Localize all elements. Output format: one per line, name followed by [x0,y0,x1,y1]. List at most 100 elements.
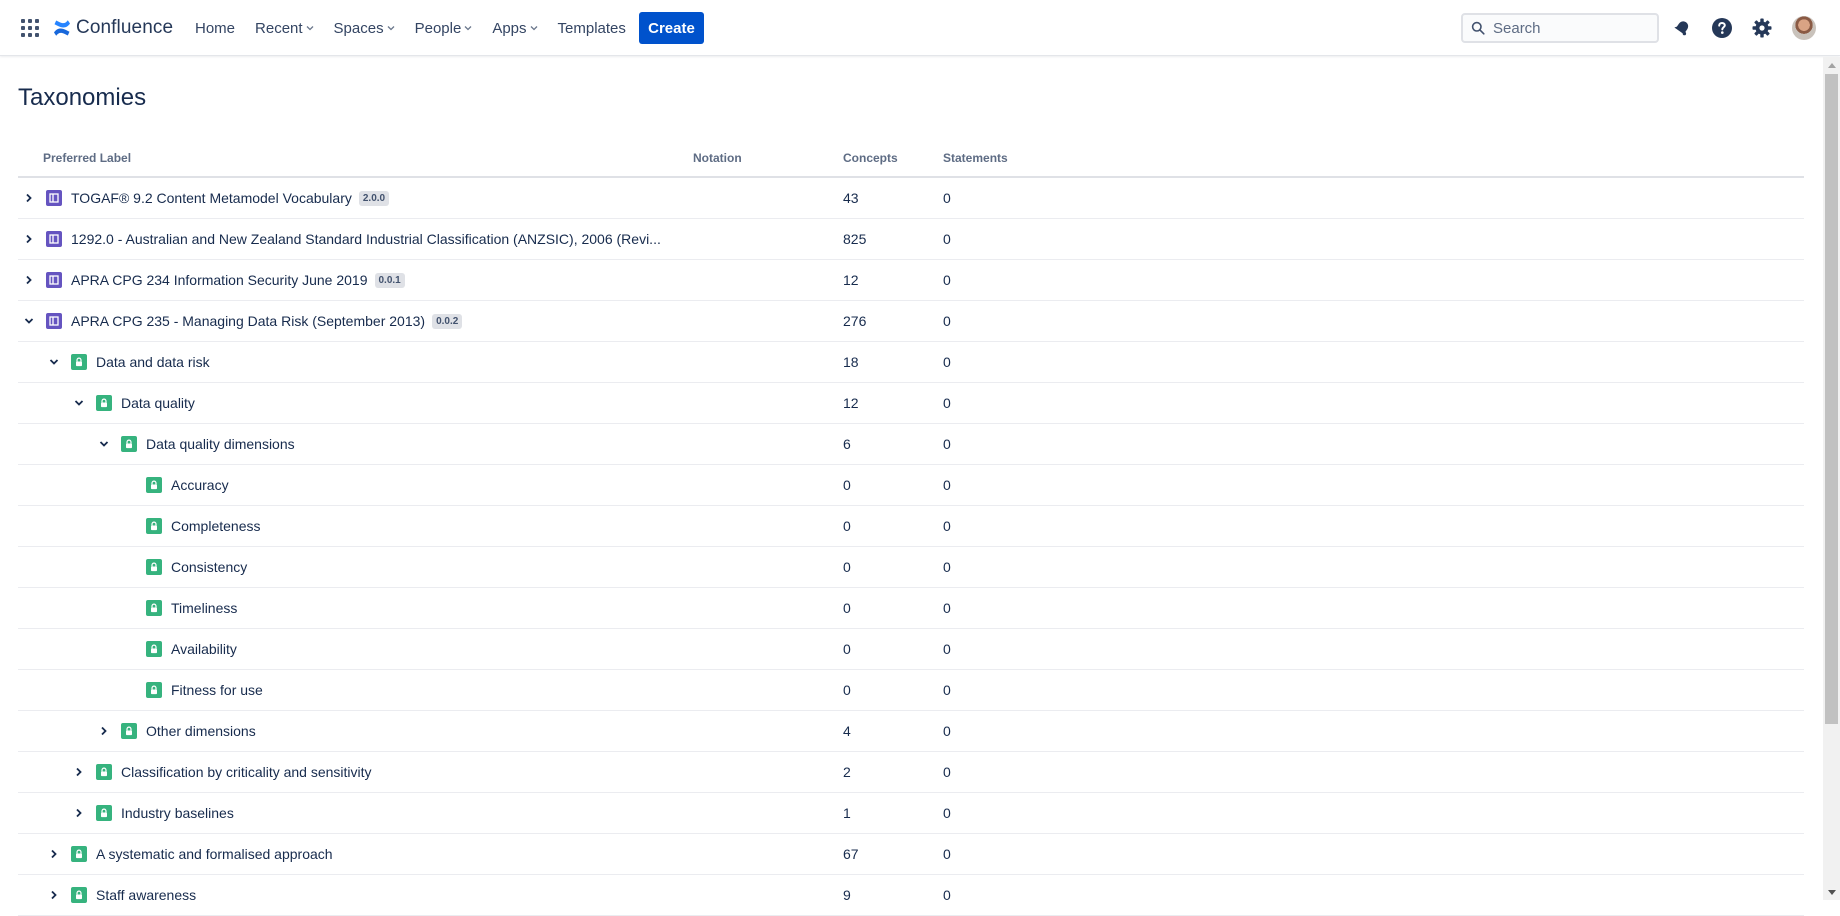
table-row[interactable]: Timeliness 0 0 [18,588,1804,629]
table-row[interactable]: Staff awareness 9 0 [18,875,1804,916]
row-label-cell: APRA CPG 234 Information Security June 2… [21,260,405,300]
statements-count: 0 [943,559,951,575]
expand-chevron-right-icon[interactable] [46,846,62,862]
table-row[interactable]: APRA CPG 234 Information Security June 2… [18,260,1804,301]
row-label[interactable]: APRA CPG 235 - Managing Data Risk (Septe… [71,313,425,329]
column-header-notation[interactable]: Notation [693,151,742,165]
statements-count: 0 [943,641,951,657]
row-label-cell: Staff awareness [46,875,196,915]
collapse-chevron-down-icon[interactable] [21,313,37,329]
table-row[interactable]: Fitness for use 0 0 [18,670,1804,711]
scroll-down-arrow[interactable] [1823,884,1840,900]
expand-chevron-right-icon[interactable] [21,190,37,206]
row-label[interactable]: APRA CPG 234 Information Security June 2… [71,272,368,288]
table-row[interactable]: Classification by criticality and sensit… [18,752,1804,793]
table-row[interactable]: Data quality 12 0 [18,383,1804,424]
table-row[interactable]: Accuracy 0 0 [18,465,1804,506]
confluence-logo[interactable]: Confluence [52,15,173,41]
concepts-count: 825 [843,231,867,247]
taxonomy-table: Preferred Label Notation Concepts Statem… [18,140,1804,916]
row-label[interactable]: Accuracy [171,477,229,493]
row-label[interactable]: 1292.0 - Australian and New Zealand Stan… [71,231,661,247]
nav-item-apps[interactable]: Apps [490,12,539,44]
table-row[interactable]: Completeness 0 0 [18,506,1804,547]
column-header-preferred-label[interactable]: Preferred Label [43,151,131,165]
nav-item-people[interactable]: People [413,12,475,44]
expand-chevron-right-icon[interactable] [21,231,37,247]
lock-icon [71,846,87,862]
concepts-count: 0 [843,559,851,575]
table-row[interactable]: APRA CPG 235 - Managing Data Risk (Septe… [18,301,1804,342]
expand-chevron-right-icon[interactable] [71,764,87,780]
lock-icon [71,887,87,903]
row-label[interactable]: Consistency [171,559,247,575]
row-label[interactable]: Industry baselines [121,805,234,821]
table-row[interactable]: 1292.0 - Australian and New Zealand Stan… [18,219,1804,260]
nav-item-label: Spaces [333,19,384,37]
primary-nav: Home Recent Spaces People Apps Templates [193,0,644,56]
table-row[interactable]: TOGAF® 9.2 Content Metamodel Vocabulary 2… [18,178,1804,219]
nav-item-home[interactable]: Home [193,12,237,44]
scroll-up-arrow[interactable] [1823,57,1840,73]
row-label[interactable]: Data quality [121,395,195,411]
table-row[interactable]: Availability 0 0 [18,629,1804,670]
apps-grid-icon[interactable] [20,18,40,38]
lock-icon [96,805,112,821]
expand-chevron-right-icon[interactable] [71,805,87,821]
nav-item-templates[interactable]: Templates [556,12,628,44]
table-row[interactable]: Data and data risk 18 0 [18,342,1804,383]
row-label[interactable]: Timeliness [171,600,237,616]
row-label[interactable]: Staff awareness [96,887,196,903]
create-button[interactable]: Create [639,12,704,44]
row-label[interactable]: Data quality dimensions [146,436,295,452]
search-input[interactable] [1493,19,1653,37]
row-label[interactable]: Data and data risk [96,354,210,370]
concepts-count: 12 [843,395,859,411]
row-label[interactable]: Completeness [171,518,261,534]
row-label[interactable]: Fitness for use [171,682,263,698]
statements-count: 0 [943,436,951,452]
gear-icon[interactable] [1750,16,1774,40]
concepts-count: 43 [843,190,859,206]
table-row[interactable]: Other dimensions 4 0 [18,711,1804,752]
row-label-cell: 1292.0 - Australian and New Zealand Stan… [21,219,661,259]
column-header-concepts[interactable]: Concepts [843,151,898,165]
help-icon[interactable] [1710,16,1734,40]
expand-chevron-right-icon[interactable] [96,723,112,739]
collapse-chevron-down-icon[interactable] [71,395,87,411]
table-body: TOGAF® 9.2 Content Metamodel Vocabulary 2… [18,178,1804,916]
concepts-count: 18 [843,354,859,370]
table-row[interactable]: Data quality dimensions 6 0 [18,424,1804,465]
row-label[interactable]: Classification by criticality and sensit… [121,764,372,780]
lock-icon [96,395,112,411]
scrollbar-thumb[interactable] [1825,74,1838,724]
chevron-down-icon [387,26,395,31]
collapse-chevron-down-icon[interactable] [96,436,112,452]
row-label[interactable]: TOGAF® 9.2 Content Metamodel Vocabulary [71,190,352,206]
book-icon [46,313,62,329]
avatar[interactable] [1792,16,1816,40]
chevron-down-icon [464,26,472,31]
table-header: Preferred Label Notation Concepts Statem… [18,140,1804,178]
column-header-statements[interactable]: Statements [943,151,1008,165]
nav-item-recent[interactable]: Recent [253,12,316,44]
row-label[interactable]: Availability [171,641,237,657]
chevron-down-icon [530,26,537,31]
table-row[interactable]: A systematic and formalised approach 67 0 [18,834,1804,875]
table-row[interactable]: Industry baselines 1 0 [18,793,1804,834]
expand-chevron-right-icon[interactable] [21,272,37,288]
lock-icon [121,723,137,739]
nav-item-spaces[interactable]: Spaces [332,12,397,44]
row-label[interactable]: Other dimensions [146,723,256,739]
chevron-down-icon [306,26,314,31]
concepts-count: 0 [843,518,851,534]
search-box[interactable] [1461,13,1659,43]
table-row[interactable]: Consistency 0 0 [18,547,1804,588]
collapse-chevron-down-icon[interactable] [46,354,62,370]
row-label[interactable]: A systematic and formalised approach [96,846,333,862]
bell-icon[interactable] [1670,16,1694,40]
book-icon [46,190,62,206]
row-label-cell: Fitness for use [121,670,263,710]
expand-chevron-right-icon[interactable] [46,887,62,903]
vertical-scrollbar[interactable] [1823,57,1840,900]
